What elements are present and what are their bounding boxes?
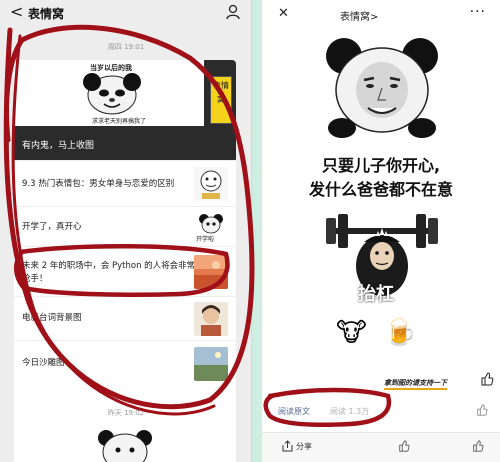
hero-caption[interactable]: 有内鬼，马上收图 [22,138,94,151]
beer-emoji-icon: 🍺 [384,318,417,348]
back-icon[interactable]: < [10,2,23,21]
meme-label: 抬杠 [358,284,394,305]
screenshot-composite: < 表情窝 周四 19:01 当岁以后的我 求求老天别再搞我了 表情窝 有内鬼，… [0,0,500,462]
hero-article[interactable]: 当岁以后的我 求求老天别再搞我了 表情窝 有内鬼，马上收图 [14,60,236,160]
article-detail: ✕ 表情窝> ··· 只要儿子你开心, 发什么爸爸都不在意 抬杠 🐮 🍺 拿到图… [262,0,500,462]
read-original-link[interactable]: 阅读原文 [278,406,310,417]
left-nav-bar: < 表情窝 [0,0,251,26]
article-row[interactable]: 9.3 热门表情包：男女单身与恋爱的区别 [14,160,236,206]
divider [252,0,262,462]
thumbs-up-icon[interactable] [398,440,410,452]
panda-meme-image [326,38,438,138]
thumbnail-label: 开学啦 [196,236,215,243]
meme-caption-line-1: 只要儿子你开心, [321,156,441,175]
support-note: 拿到图的请支持一下 [384,378,447,390]
article-thumbnail [194,255,228,289]
account-message-list: < 表情窝 周四 19:01 当岁以后的我 求求老天别再搞我了 表情窝 有内鬼，… [0,0,252,462]
close-icon[interactable]: ✕ [278,6,289,21]
account-title: 表情窝 [28,7,65,21]
hero-meme-top-text: 当岁以后的我 [90,64,132,72]
message-timestamp: 昨天 19:02 [107,409,145,417]
meme-caption-line-2: 发什么爸爸都不在意 [308,180,453,199]
article-title[interactable]: 未来 2 年的职场中，会 Python 的人将会非常抢手！ [22,260,200,286]
article-thumbnail [194,167,228,201]
message-timestamp: 周四 19:01 [107,43,145,51]
panda-meme-image [98,430,152,462]
article-title[interactable]: 电影台词背景图 [22,312,198,325]
share-button[interactable]: 分享 [296,441,312,452]
article-row[interactable]: 电影台词背景图 [14,296,236,340]
article-thumbnail [194,302,228,336]
article-thumbnail [194,347,228,381]
article-title[interactable]: 9.3 热门表情包：男女单身与恋爱的区别 [22,178,198,191]
article-title[interactable]: 今日沙雕图 [22,357,198,370]
article-card[interactable]: 当岁以后的我 求求老天别再搞我了 表情窝 有内鬼，马上收图 9.3 热门表情包：… [14,60,236,442]
share-icon[interactable] [282,440,293,452]
hero-brand-tag: 表情窝 [210,76,232,124]
article-thumbnail: 开学啦 [194,210,228,244]
article-row[interactable]: 今日沙雕图 [14,340,236,386]
article-card[interactable] [14,422,236,462]
cow-emoji-icon: 🐮 [336,318,367,348]
view-count: 阅读 1.3万 [330,407,370,416]
article-row[interactable]: 开学了，真开心 开学啦 [14,206,236,246]
hero-meme-bottom-text: 求求老天别再搞我了 [92,118,147,125]
like-icon[interactable] [472,440,484,452]
thumbs-up-icon [481,372,494,386]
more-icon[interactable]: ··· [470,4,486,20]
article-account-link[interactable]: 表情窝> [340,8,378,23]
person-icon[interactable] [226,4,240,20]
like-icon[interactable] [476,404,488,416]
article-row[interactable]: 未来 2 年的职场中，会 Python 的人将会非常抢手！ [14,246,236,296]
article-title[interactable]: 开学了，真开心 [22,221,198,234]
